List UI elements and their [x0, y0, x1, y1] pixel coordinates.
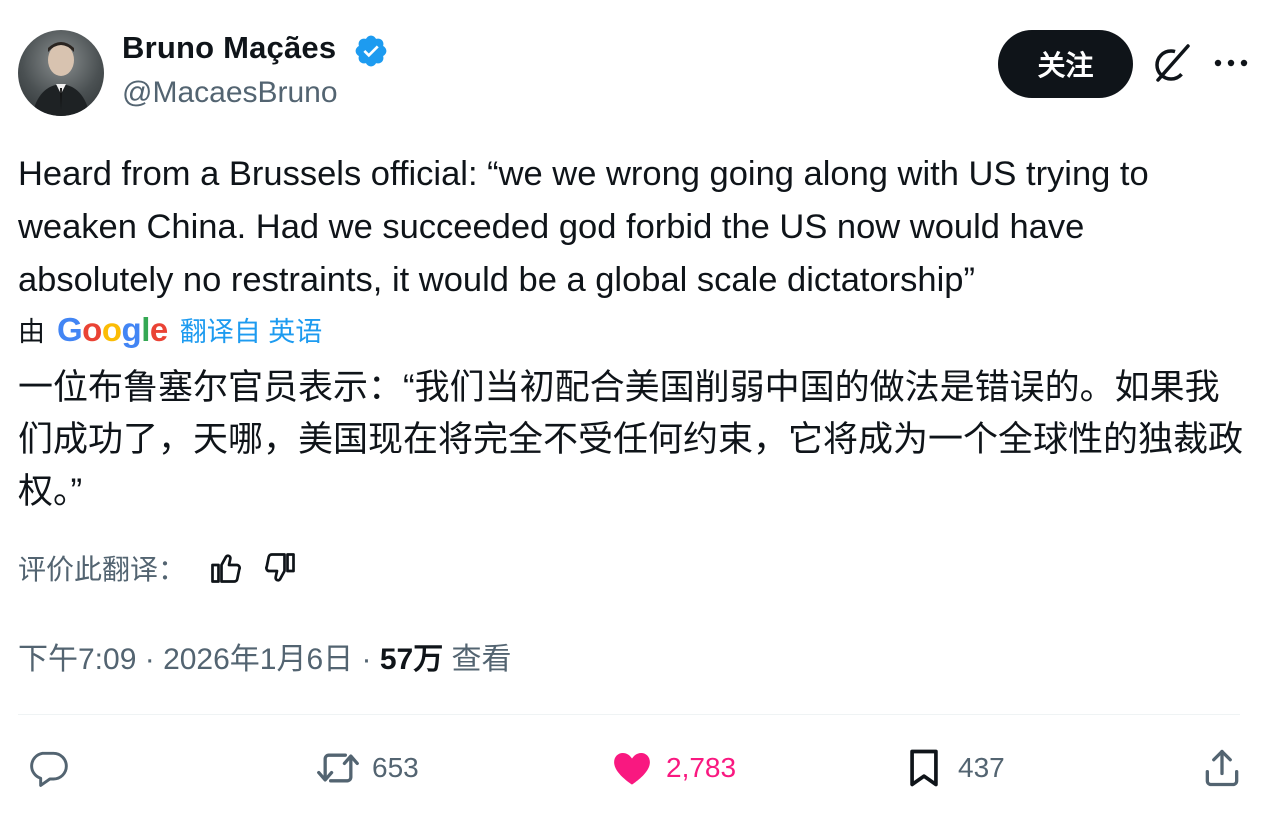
- avatar[interactable]: [18, 30, 104, 116]
- display-name[interactable]: Bruno Maçães: [122, 30, 336, 66]
- bookmark-icon: [910, 749, 938, 787]
- translated-by-label: 由: [18, 317, 45, 347]
- rate-translation-label: 评价此翻译：: [18, 554, 187, 585]
- share-icon: [1205, 749, 1239, 787]
- reply-button[interactable]: [26, 740, 82, 796]
- verified-badge-icon: [355, 35, 387, 67]
- translated-from-link[interactable]: 翻译自 英语: [180, 310, 323, 349]
- google-letter: e: [149, 310, 168, 348]
- google-logo: Google: [57, 311, 168, 349]
- thumbs-down-icon[interactable]: [262, 550, 298, 586]
- translation-attribution: 由 Google 翻译自 英语: [18, 310, 322, 349]
- meta-separator: ·: [353, 643, 380, 676]
- google-letter: o: [82, 310, 102, 348]
- share-button[interactable]: [1200, 740, 1244, 796]
- google-letter: l: [141, 310, 150, 348]
- heart-icon: [614, 752, 650, 785]
- repost-count: 653: [372, 752, 419, 783]
- bookmark-count: 437: [958, 752, 1005, 783]
- like-count: 2,783: [666, 752, 737, 783]
- views-label: 查看: [443, 643, 512, 676]
- translated-text: 一位布鲁塞尔官员表示：“我们当初配合美国削弱中国的做法是错误的。如果我们成功了，…: [18, 368, 1244, 511]
- tweet-meta: 下午7:09 · 2026年1月6日 · 57万 查看: [18, 634, 512, 678]
- author-handle[interactable]: @MacaesBruno: [122, 76, 338, 110]
- repost-icon: [317, 753, 359, 783]
- google-letter: g: [121, 310, 142, 348]
- thumbs-up-icon[interactable]: [208, 550, 244, 586]
- repost-button[interactable]: 653: [316, 740, 419, 796]
- like-button[interactable]: 2,783: [610, 740, 736, 796]
- post-date[interactable]: 2026年1月6日: [163, 634, 353, 678]
- more-icon[interactable]: [1212, 50, 1250, 76]
- post-time[interactable]: 下午7:09: [18, 634, 136, 678]
- rate-translation-row: 评价此翻译：: [18, 548, 298, 588]
- follow-button[interactable]: 关注: [998, 30, 1133, 98]
- meta-separator: ·: [136, 643, 164, 676]
- divider: [18, 714, 1240, 715]
- google-letter: G: [57, 310, 83, 348]
- grok-icon[interactable]: [1150, 40, 1196, 86]
- google-letter: o: [101, 310, 122, 348]
- reply-icon: [30, 751, 68, 787]
- views-count: 57万: [379, 643, 444, 676]
- tweet-text: Heard from a Brussels official: “we we w…: [18, 155, 1159, 299]
- bookmark-button[interactable]: 437: [902, 740, 1005, 796]
